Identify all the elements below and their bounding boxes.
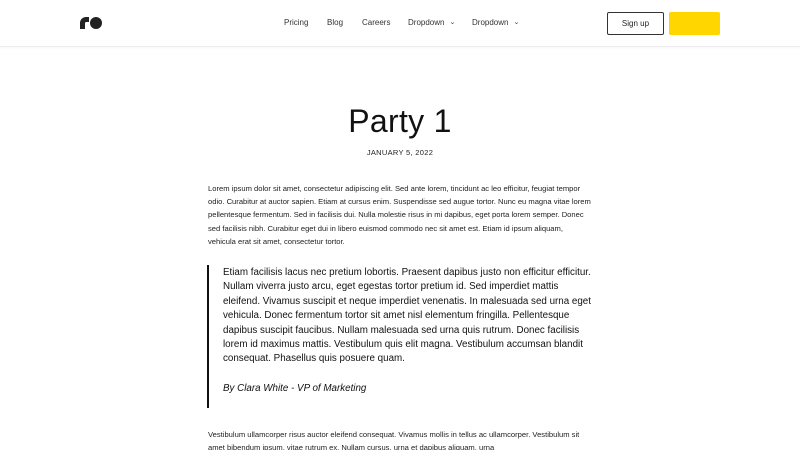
navbar: Pricing Blog Careers Dropdown ⌄ Dropdown ⌄… <box>0 0 800 47</box>
post-intro-paragraph: Lorem ipsum dolor sit amet, consectetur … <box>208 184 591 246</box>
nav-link-careers[interactable]: Careers <box>362 17 390 29</box>
quote-author: By Clara White - VP of Marketing <box>223 382 367 394</box>
logo-icon[interactable] <box>80 17 102 29</box>
post-title: Party 1 <box>348 103 452 139</box>
blockquote: Etiam facilisis lacus nec pretium lobort… <box>207 265 592 408</box>
post-date: JANUARY 5, 2022 <box>366 148 434 157</box>
nav-dropdown-label: Dropdown <box>408 18 445 27</box>
nav-link-blog[interactable]: Blog <box>327 17 343 29</box>
nav-dropdown-1[interactable]: Dropdown ⌄ <box>408 17 455 29</box>
chevron-down-icon: ⌄ <box>449 19 456 26</box>
nav-dropdown-2[interactable]: Dropdown ⌄ <box>472 17 519 29</box>
nav-dropdown-label: Dropdown <box>472 18 509 27</box>
signup-button[interactable]: Sign up <box>607 12 664 35</box>
cta-button[interactable] <box>669 12 720 35</box>
chevron-down-icon: ⌄ <box>513 19 520 26</box>
quote-text: Etiam facilisis lacus nec pretium lobort… <box>223 267 591 365</box>
nav-link-pricing[interactable]: Pricing <box>284 17 308 29</box>
post-body-paragraph: Vestibulum ullamcorper risus auctor elei… <box>208 430 580 450</box>
